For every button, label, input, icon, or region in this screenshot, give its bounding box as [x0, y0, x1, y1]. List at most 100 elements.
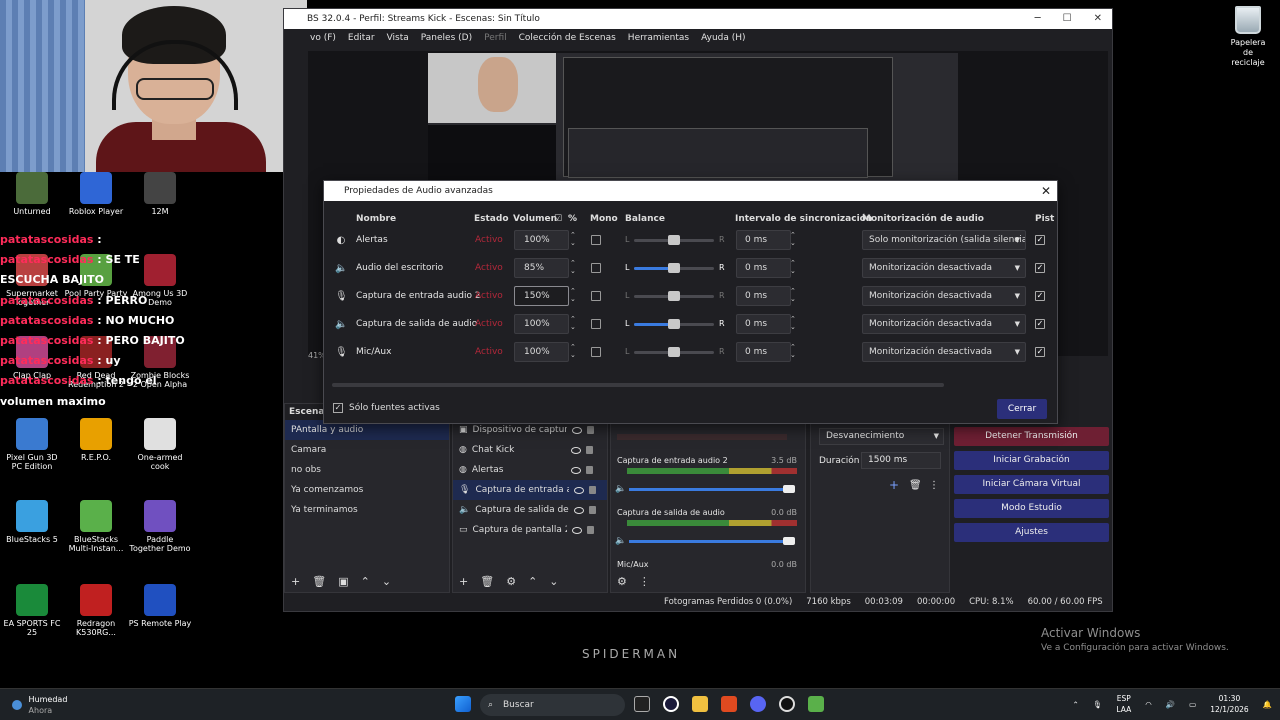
volume-input[interactable]: 85% [514, 258, 569, 278]
volume-spinner[interactable]: ⌃ ⌄ [570, 343, 576, 359]
volume-input[interactable]: 100% [514, 342, 569, 362]
lock-icon[interactable] [589, 506, 597, 514]
menu-item[interactable]: Colección de Escenas [519, 29, 616, 47]
add-scene-icon[interactable]: + [291, 575, 300, 588]
add-source-icon[interactable]: + [459, 575, 468, 588]
brave-icon[interactable] [721, 696, 737, 712]
duration-field[interactable]: 1500 ms [861, 452, 941, 469]
visibility-icon[interactable] [570, 446, 581, 454]
menu-item[interactable]: Paneles (D) [421, 29, 472, 47]
start-icon[interactable] [455, 696, 471, 712]
dialog-close-icon[interactable]: ✕ [1041, 181, 1051, 201]
desktop-icon[interactable]: EA SPORTS FC 25 [0, 584, 64, 637]
menu-item[interactable]: Vista [387, 29, 409, 47]
lock-icon[interactable] [586, 426, 594, 434]
balance-slider[interactable] [634, 319, 714, 329]
scene-item[interactable]: Camara [285, 440, 449, 460]
volume-knob[interactable] [783, 485, 795, 493]
track-checkbox[interactable]: ✓ [1035, 319, 1045, 329]
menu-item[interactable]: Perfil [484, 29, 507, 47]
sync-spinner[interactable]: ⌃ ⌄ [790, 231, 796, 247]
speaker-icon[interactable]: 🔈 [615, 536, 626, 546]
desktop-icon[interactable]: PS Remote Play [128, 584, 192, 628]
start-virtual-camera-button[interactable]: Iniciar Cámara Virtual [954, 475, 1109, 494]
mixer-menu-icon[interactable]: ⋮ [639, 575, 650, 588]
lock-icon[interactable] [585, 446, 593, 454]
sync-offset-input[interactable]: 0 ms [736, 314, 791, 334]
visibility-icon[interactable] [574, 506, 585, 514]
desktop-icon[interactable]: R.E.P.O. [64, 418, 128, 462]
desktop-icon[interactable]: Unturned [0, 172, 64, 216]
recycle-bin[interactable]: Papelera de reciclaje [1226, 6, 1270, 68]
sync-spinner[interactable]: ⌃ ⌄ [790, 287, 796, 303]
balance-knob[interactable] [668, 291, 680, 301]
menu-item[interactable]: Editar [348, 29, 375, 47]
mic-tray-icon[interactable]: 🎙 [1093, 699, 1103, 710]
percent-checkbox[interactable]: ☑ [554, 214, 562, 224]
start-recording-button[interactable]: Iniciar Grabación [954, 451, 1109, 470]
only-active-option[interactable]: ✓ Sólo fuentes activas [333, 403, 440, 413]
source-up-icon[interactable]: ⌃ [528, 575, 537, 588]
mono-checkbox[interactable] [591, 263, 601, 273]
balance-slider[interactable] [634, 291, 714, 301]
balance-knob[interactable] [668, 235, 680, 245]
mixer-settings-icon[interactable]: ⚙ [617, 575, 627, 588]
stop-stream-button[interactable]: Detener Transmisión [954, 427, 1109, 446]
file-explorer-icon[interactable] [692, 696, 708, 712]
track-checkbox[interactable]: ✓ [1035, 235, 1045, 245]
volume-spinner[interactable]: ⌃ ⌄ [570, 315, 576, 331]
volume-input[interactable]: 100% [514, 314, 569, 334]
settings-button[interactable]: Ajustes [954, 523, 1109, 542]
volume-slider[interactable] [629, 540, 789, 543]
horizontal-scrollbar[interactable] [332, 383, 944, 387]
task-view-icon[interactable] [634, 696, 650, 712]
filter-scene-icon[interactable]: ▣ [338, 575, 348, 588]
language-indicator[interactable]: ESP LAA [1116, 693, 1131, 715]
balance-slider[interactable] [634, 263, 714, 273]
desktop-icon[interactable]: Pixel Gun 3D PC Edition [0, 418, 64, 471]
source-item[interactable]: ◍ Alertas [453, 460, 607, 480]
mono-checkbox[interactable] [591, 319, 601, 329]
only-active-checkbox[interactable]: ✓ [333, 403, 343, 413]
minimize-icon[interactable]: ─ [1035, 9, 1041, 29]
menu-item[interactable]: vo (F) [310, 29, 336, 47]
source-settings-icon[interactable]: ⚙ [506, 575, 516, 588]
desktop-icon[interactable]: Redragon K530RG... [64, 584, 128, 637]
volume-input[interactable]: 150% [514, 286, 569, 306]
mono-checkbox[interactable] [591, 291, 601, 301]
studio-mode-button[interactable]: Modo Estudio [954, 499, 1109, 518]
obs-taskbar-icon[interactable] [663, 696, 679, 712]
volume-spinner[interactable]: ⌃ ⌄ [570, 287, 576, 303]
desktop-icon[interactable]: Paddle Together Demo [128, 500, 192, 553]
sync-spinner[interactable]: ⌃ ⌄ [790, 343, 796, 359]
visibility-icon[interactable] [571, 426, 582, 434]
lock-icon[interactable] [586, 526, 594, 534]
transition-menu-icon[interactable]: ⋮ [929, 480, 939, 491]
visibility-icon[interactable] [570, 466, 581, 474]
volume-spinner[interactable]: ⌃ ⌄ [570, 259, 576, 275]
close-icon[interactable]: ✕ [1094, 9, 1102, 29]
desktop-icon[interactable]: BlueStacks 5 [0, 500, 64, 544]
mono-checkbox[interactable] [591, 235, 601, 245]
source-item[interactable]: 🔈 Captura de salida de au [453, 500, 607, 520]
source-item[interactable]: 🎙 Captura de entrada aud [453, 480, 607, 500]
desktop-icon[interactable]: BlueStacks Multi-Instan... [64, 500, 128, 553]
balance-knob[interactable] [668, 263, 680, 273]
volume-icon[interactable]: 🔊 [1166, 699, 1175, 710]
lock-icon[interactable] [585, 466, 593, 474]
speaker-icon[interactable]: 🔈 [615, 484, 626, 494]
balance-slider[interactable] [634, 235, 714, 245]
sync-spinner[interactable]: ⌃ ⌄ [790, 259, 796, 275]
app-icon[interactable] [779, 696, 795, 712]
desktop-icon[interactable]: 12M [128, 172, 192, 216]
clock[interactable]: 01:30 12/1/2026 [1210, 693, 1248, 715]
monitoring-select[interactable]: Monitorización desactivada ▼ [862, 314, 1026, 334]
track-checkbox[interactable]: ✓ [1035, 263, 1045, 273]
wifi-icon[interactable]: ◠ [1145, 699, 1152, 710]
sync-offset-input[interactable]: 0 ms [736, 258, 791, 278]
transition-select[interactable]: Desvanecimiento ▼ [819, 428, 944, 445]
tray-chevron-icon[interactable]: ⌃ [1073, 699, 1079, 710]
desktop-icon[interactable]: One-armed cook [128, 418, 192, 471]
discord-icon[interactable] [750, 696, 766, 712]
source-down-icon[interactable]: ⌄ [549, 575, 558, 588]
